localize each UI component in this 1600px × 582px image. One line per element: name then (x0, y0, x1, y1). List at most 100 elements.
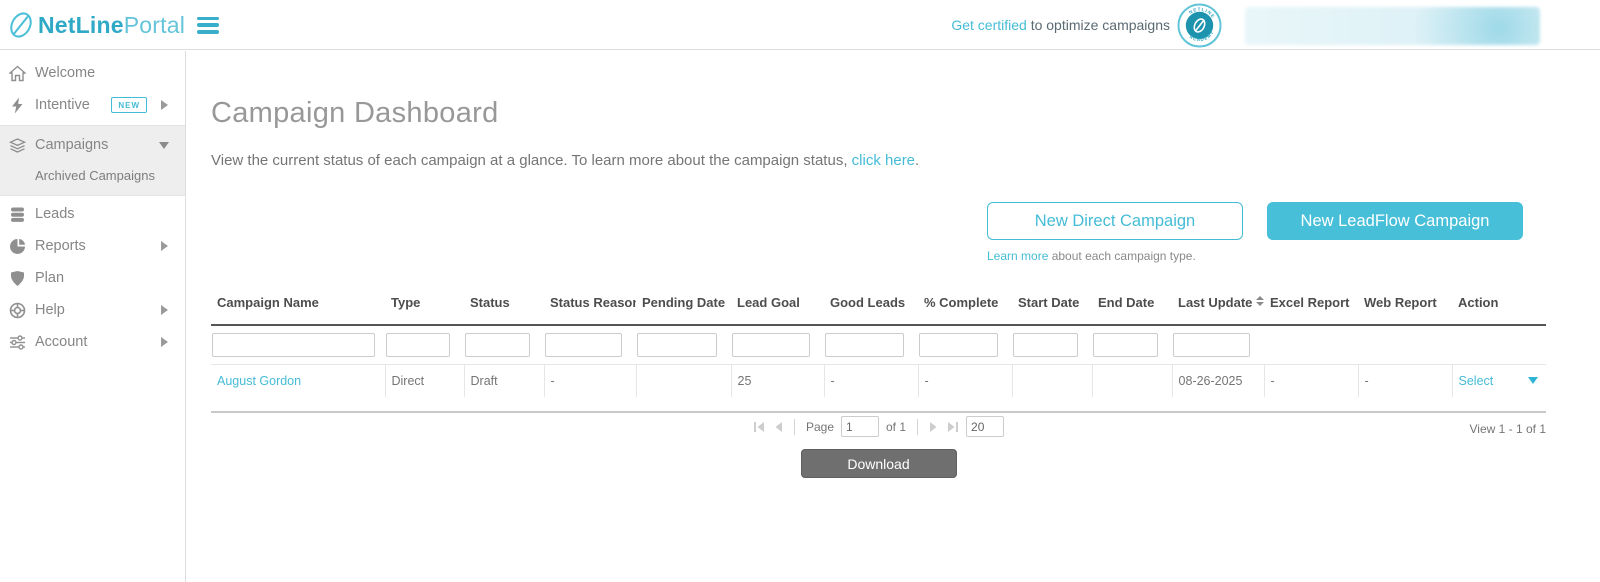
select-dropdown-caret-icon[interactable] (1528, 377, 1538, 384)
cell-end-date (1092, 365, 1172, 398)
table-row: August Gordon Direct Draft - 25 - - 08-2… (211, 365, 1546, 398)
campaign-actions: New Direct Campaign Learn more about eac… (187, 202, 1523, 263)
page-title: Campaign Dashboard (211, 97, 1600, 130)
new-leadflow-campaign-button[interactable]: New LeadFlow Campaign (1267, 202, 1523, 240)
sidebar-item-campaigns[interactable]: Campaigns (0, 129, 185, 161)
pager: Page of 1 View 1 - 1 of 1 (211, 416, 1546, 442)
col-header-type[interactable]: Type (385, 289, 464, 325)
cell-percent-complete: - (918, 365, 1012, 398)
sliders-icon (9, 334, 26, 351)
new-badge: NEW (111, 97, 147, 113)
netline-n-icon (6, 9, 36, 41)
certify-rest-text: to optimize campaigns (1027, 17, 1170, 33)
top-bar: NetLinePortal Get certified to optimize … (0, 0, 1600, 50)
col-header-percent-complete[interactable]: % Complete (918, 289, 1012, 325)
campaigns-expanded-group: Campaigns Archived Campaigns (0, 125, 185, 196)
sidebar-item-account[interactable]: Account (0, 326, 185, 358)
cell-pending-date (636, 365, 731, 398)
sort-icon[interactable] (1256, 296, 1264, 306)
sidebar-item-label: Welcome (35, 65, 185, 81)
cell-web-report: - (1358, 365, 1452, 398)
logo-text-light: Portal (124, 12, 185, 38)
sidebar-item-label: Help (35, 302, 161, 318)
filter-input-percent-complete[interactable] (919, 333, 998, 357)
sidebar-item-leads[interactable]: Leads (0, 198, 185, 230)
page-label: Page (806, 420, 834, 434)
filter-input-start-date[interactable] (1013, 333, 1078, 357)
col-header-web-report[interactable]: Web Report (1358, 289, 1452, 325)
cell-lead-goal: 25 (731, 365, 824, 398)
col-header-excel-report[interactable]: Excel Report (1264, 289, 1358, 325)
sidebar-item-archived-campaigns[interactable]: Archived Campaigns (0, 161, 185, 189)
direct-campaign-block: New Direct Campaign Learn more about eac… (987, 202, 1243, 263)
row-select-link[interactable]: Select (1459, 374, 1494, 388)
page-size-input[interactable] (966, 416, 1004, 437)
menu-hamburger-icon[interactable] (197, 17, 219, 34)
redacted-user-area (1245, 7, 1540, 45)
sidebar-item-label: Intentive (35, 97, 111, 113)
database-icon (9, 206, 26, 223)
chevron-right-icon (161, 100, 168, 110)
cell-last-update: 08-26-2025 (1172, 365, 1264, 398)
filter-input-status-reason[interactable] (545, 333, 622, 357)
filter-input-status[interactable] (465, 333, 530, 357)
grid-filter-row (211, 325, 1546, 365)
click-here-link[interactable]: click here (852, 152, 915, 169)
filter-input-type[interactable] (386, 333, 450, 357)
col-header-start-date[interactable]: Start Date (1012, 289, 1092, 325)
life-ring-icon (9, 302, 26, 319)
filter-input-campaign-name[interactable] (212, 333, 375, 357)
col-header-pending-date[interactable]: Pending Date (636, 289, 731, 325)
filter-input-end-date[interactable] (1093, 333, 1158, 357)
learn-more-text: Learn more about each campaign type. (987, 249, 1243, 263)
col-header-end-date[interactable]: End Date (1092, 289, 1172, 325)
layers-icon (9, 137, 26, 154)
col-header-status[interactable]: Status (464, 289, 544, 325)
col-header-campaign-name[interactable]: Campaign Name (211, 289, 385, 325)
main-content: Campaign Dashboard View the current stat… (187, 51, 1600, 582)
pager-last-icon[interactable] (946, 421, 959, 433)
sidebar-item-intentive[interactable]: Intentive NEW (0, 89, 185, 121)
netline-logo[interactable]: NetLinePortal (6, 9, 219, 41)
subtitle-text: View the current status of each campaign… (211, 152, 852, 169)
get-certified-link[interactable]: Get certified (951, 17, 1026, 33)
sidebar-item-help[interactable]: Help (0, 294, 185, 326)
campaign-name-link[interactable]: August Gordon (217, 374, 301, 388)
sidebar-item-label: Plan (35, 270, 185, 286)
sidebar-item-label: Campaigns (35, 137, 159, 153)
col-header-last-update[interactable]: Last Update (1172, 289, 1264, 325)
pager-first-icon[interactable] (753, 421, 766, 433)
pager-prev-icon[interactable] (773, 421, 783, 433)
page-subtitle: View the current status of each campaign… (211, 152, 1600, 169)
sidebar-item-plan[interactable]: Plan (0, 262, 185, 294)
home-icon (9, 65, 26, 82)
netline-academy-badge-icon[interactable]: NETLINE ACADEMY (1177, 3, 1222, 48)
pager-separator (794, 419, 795, 435)
cell-type: Direct (385, 365, 464, 398)
filter-input-lead-goal[interactable] (732, 333, 810, 357)
sidebar-item-label: Leads (35, 206, 185, 222)
filter-input-good-leads[interactable] (825, 333, 904, 357)
sidebar-item-welcome[interactable]: Welcome (0, 57, 185, 89)
new-direct-campaign-button[interactable]: New Direct Campaign (987, 202, 1243, 240)
col-header-good-leads[interactable]: Good Leads (824, 289, 918, 325)
cell-start-date (1012, 365, 1092, 398)
sidebar-item-reports[interactable]: Reports (0, 230, 185, 262)
col-header-status-reason[interactable]: Status Reason (544, 289, 636, 325)
pager-next-icon[interactable] (929, 421, 939, 433)
cell-excel-report: - (1264, 365, 1358, 398)
download-area: Download (211, 449, 1546, 478)
sidebar-item-label: Account (35, 334, 161, 350)
page-number-input[interactable] (841, 416, 879, 437)
col-header-lead-goal[interactable]: Lead Goal (731, 289, 824, 325)
download-button[interactable]: Download (801, 449, 957, 478)
col-header-action[interactable]: Action (1452, 289, 1546, 325)
chevron-right-icon (161, 337, 168, 347)
filter-input-last-update[interactable] (1173, 333, 1250, 357)
logo-text: NetLinePortal (38, 12, 185, 39)
filter-input-pending-date[interactable] (637, 333, 717, 357)
learn-more-link[interactable]: Learn more (987, 249, 1048, 263)
chevron-right-icon (161, 305, 168, 315)
sidebar-item-label: Archived Campaigns (35, 168, 155, 183)
grid-header-row: Campaign Name Type Status Status Reason … (211, 289, 1546, 325)
